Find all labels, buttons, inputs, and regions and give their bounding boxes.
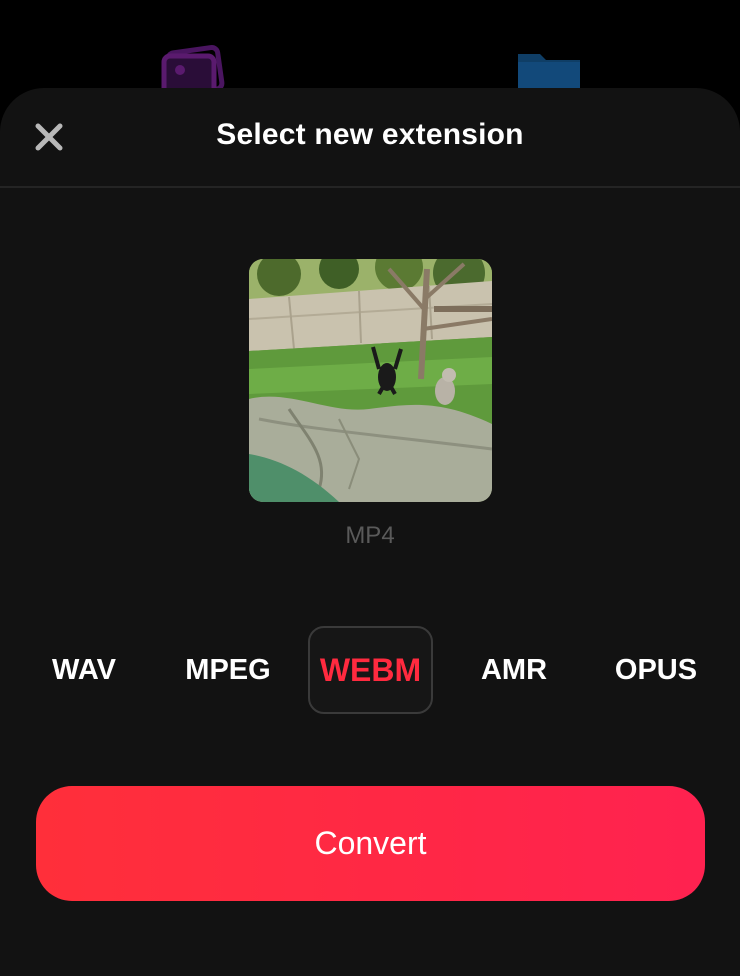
extension-picker: WAV MPEG WEBM AMR OPUS — [0, 626, 740, 714]
extension-option-opus[interactable]: OPUS — [594, 626, 718, 714]
convert-button[interactable]: Convert — [36, 786, 705, 901]
bottom-sheet: Select new extension MP4 WAV MPEG WEBM A… — [0, 88, 740, 976]
extension-option-wav[interactable]: WAV — [22, 626, 146, 714]
sheet-title: Select new extension — [216, 118, 524, 151]
video-thumbnail — [249, 259, 492, 502]
sheet-header: Select new extension — [0, 88, 740, 188]
source-extension-label: MP4 — [345, 522, 395, 549]
extension-option-webm[interactable]: WEBM — [308, 626, 433, 714]
extension-option-mpeg[interactable]: MPEG — [166, 626, 290, 714]
extension-option-amr[interactable]: AMR — [452, 626, 576, 714]
screen: Select new extension MP4 WAV MPEG WEBM A… — [0, 0, 740, 976]
